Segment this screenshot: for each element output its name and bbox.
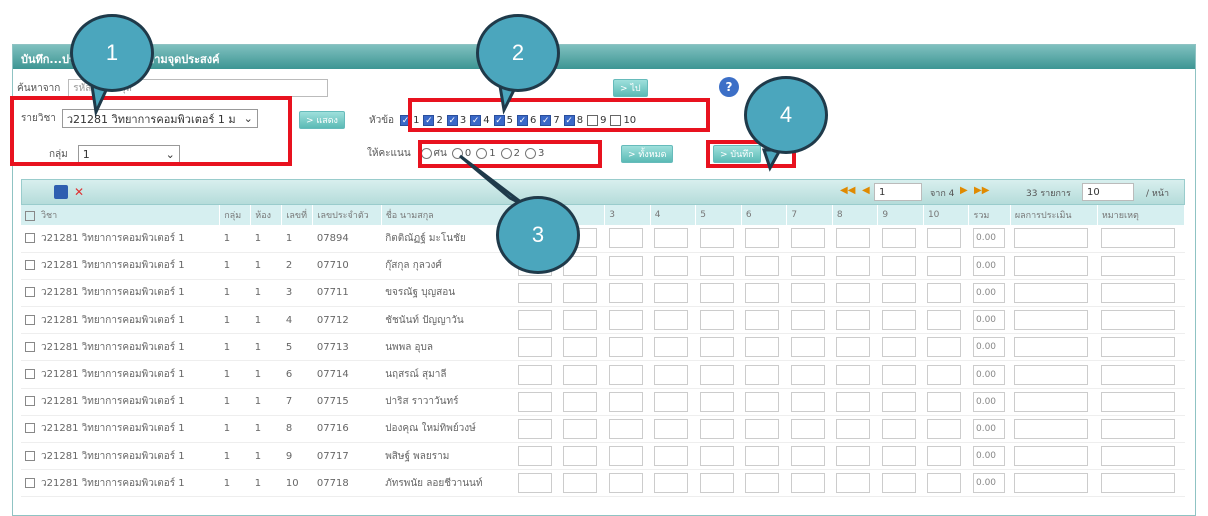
callout-tails [90,84,783,208]
callout-4: 4 [744,76,828,154]
callout-3: 3 [496,196,580,274]
callout-2: 2 [476,14,560,92]
callout-1: 1 [70,14,154,92]
